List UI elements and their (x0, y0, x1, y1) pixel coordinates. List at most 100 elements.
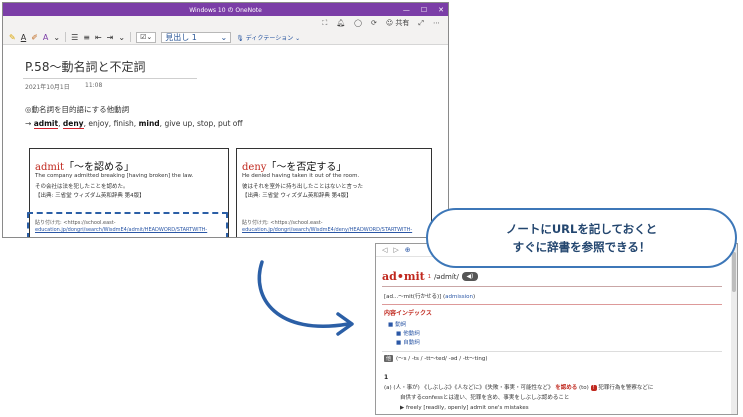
text-style-icon[interactable]: A (43, 33, 48, 42)
title-divider (23, 78, 197, 79)
pronunciation: /ədmít/ (433, 272, 459, 281)
ribbon: ✎ A ✐ A ⌄ ☰ ≡ ⇤ ⇥ ⌄ ☑ ⌄ 見出し 1 ⌄ 🎙︎ ディクテー… (3, 30, 448, 45)
minimize-button[interactable]: — (403, 6, 410, 14)
divider (382, 351, 722, 352)
content-index-title: 内容インデックス (384, 310, 432, 317)
callout-bubble: ノートにURLを記しておくと すぐに辞書を参照できる！ (426, 208, 737, 268)
person-icon: ☺ (385, 19, 394, 27)
note-heading-line[interactable]: ◎動名詞を目的語にする他動詞 (25, 104, 129, 115)
dictionary-window: ◁ ▷ ⊕ ad•mit 1 /ədmít/ ◀) [ad...〜mit(行かせる… (375, 243, 738, 415)
card-meaning: 「〜を否定する」 (266, 162, 347, 173)
microphone-icon: 🎙︎ (236, 34, 244, 42)
speaker-icon[interactable]: ◀) (461, 272, 478, 281)
immersive-reader-icon[interactable]: ⛶ (322, 19, 327, 28)
verb-admit: admit (33, 119, 59, 129)
dictation-button[interactable]: 🎙︎ ディクテーション ⌄ (236, 33, 300, 42)
highlighter-icon[interactable]: ✎ (9, 33, 16, 42)
card-source: 【出典: 三省堂 ウィズダム英和辞典 第4版】 (242, 193, 352, 199)
bell-icon[interactable]: 🔔︎ (336, 19, 345, 27)
etymology-text: [ad...〜mit(行かせる)] ( (384, 294, 446, 300)
maximize-button[interactable]: ☐ (421, 6, 427, 14)
chevron-down-icon: ⌄ (220, 32, 228, 42)
headword: ad•mit (382, 270, 425, 283)
pos-tag: 他 (384, 355, 394, 362)
share-label: 共有 (395, 19, 410, 27)
lightbulb-icon[interactable]: ◯ (354, 19, 362, 27)
card-heading: admit「〜を認める」 (35, 155, 134, 174)
indent-icon[interactable]: ⇥ (107, 33, 114, 42)
index-item-transitive[interactable]: ■ 他動詞 (396, 329, 420, 337)
title-bar: Windows 10 の OneNote — ☐ ✕ (3, 3, 448, 16)
divider (382, 286, 722, 287)
callout-line-2: すぐに辞書を参照できる！ (512, 240, 651, 254)
sense-number: (a) (384, 385, 392, 391)
callout-line-1: ノートにURLを記しておくと (505, 222, 658, 236)
card-heading: deny「〜を否定する」 (242, 155, 346, 174)
expand-icon[interactable]: ⤢ (418, 19, 424, 28)
add-icon[interactable]: ⊕ (405, 246, 411, 254)
page-title[interactable]: P.58〜動名詞と不定詞 (25, 58, 145, 75)
card-example-en: He denied having taken it out of the roo… (242, 173, 360, 179)
etymology-end: ) (473, 294, 476, 300)
ribbon-divider (65, 32, 67, 42)
dictation-label: ディクテーション (245, 34, 294, 42)
etymology-line: [ad...〜mit(行かせる)] (admission) (384, 292, 475, 300)
note-card-deny[interactable]: deny「〜を否定する」 He denied having taken it o… (236, 148, 432, 237)
ribbon-divider (130, 32, 132, 42)
style-label: 見出し 1 (165, 32, 197, 42)
index-label: 自動詞 (403, 340, 420, 346)
card-source: 【出典: 三省堂 ウィズダム英和辞典 第4版】 (35, 193, 145, 199)
bullet-icon: ■ (388, 322, 394, 328)
style-dropdown[interactable]: 見出し 1 ⌄ (161, 31, 232, 43)
bullet-icon: ■ (396, 340, 402, 346)
font-color-icon[interactable]: A (21, 33, 26, 42)
verb-list-end: , give up, stop, put off (159, 119, 243, 128)
chevron-down-icon[interactable]: ⌄ (53, 33, 60, 42)
verb-deny: deny (62, 119, 84, 129)
url-highlight-box (27, 212, 228, 237)
bullet-list-icon[interactable]: ☰ (71, 33, 78, 42)
index-item-verb[interactable]: ■ 動詞 (388, 320, 406, 328)
numbered-list-icon[interactable]: ≡ (83, 33, 90, 42)
index-item-intransitive[interactable]: ■ 自動詞 (396, 338, 420, 346)
sense-line: (a) (人・事が) 《しぶしぶ》《人などに》《失敗・事実・可能性など》 を認め… (384, 383, 653, 391)
dictionary-entry-head: ad•mit 1 /ədmít/ ◀) (382, 270, 478, 283)
sense-note: 犯罪行為を警察などに (598, 385, 654, 391)
card-ref-label: 貼り付け元: <https://school.east- (242, 220, 323, 226)
sense-text: (人・事が) 《しぶしぶ》《人などに》《失敗・事実・可能性など》 (393, 385, 554, 391)
inflection-text: (〜s / -ts / -tt〜ted/ -əd / -tt〜ting) (396, 356, 488, 362)
curved-arrow-icon (257, 260, 354, 336)
arrow-prefix: → (25, 119, 32, 128)
admission-link[interactable]: admission (445, 294, 473, 300)
example-line: ▶ freely [readily, openly] admit one's m… (400, 405, 529, 411)
sync-icon[interactable]: ⟳ (371, 19, 377, 27)
outdent-icon[interactable]: ⇤ (95, 33, 102, 42)
more-icon[interactable]: ⋯ (433, 19, 440, 27)
index-label: 動詞 (395, 322, 407, 328)
sense-marker: 1 (384, 374, 389, 381)
share-button[interactable]: ☺ 共有 (386, 18, 410, 28)
sense-meaning: を認める (555, 385, 578, 391)
card-example-en: The company admitted breaking [having br… (35, 173, 194, 179)
chevron-down-icon: ⌄ (295, 34, 301, 42)
note-badge: ! (590, 385, 597, 391)
headword-superscript: 1 (427, 273, 431, 280)
chevron-down-icon[interactable]: ⌄ (118, 33, 125, 42)
card-example-ja: 彼はそれを室外に持ち出したことはないと言った (242, 184, 364, 190)
window-controls: — ☐ ✕ (403, 3, 444, 16)
verb-mind: mind (138, 119, 160, 128)
back-icon[interactable]: ◁ (382, 246, 387, 254)
verb-list-line[interactable]: → admit, deny, enjoy, finish, mind, give… (25, 119, 243, 129)
scrollbar-thumb[interactable] (732, 252, 736, 292)
card-keyword: admit (35, 162, 65, 173)
checkbox-tag-dropdown[interactable]: ☑ ⌄ (136, 31, 157, 43)
card-ref-link[interactable]: education.jp/dongri/search/WisdmE4/deny/… (242, 227, 430, 233)
divider (382, 304, 722, 305)
card-keyword: deny (242, 162, 267, 173)
index-label: 他動詞 (403, 331, 420, 337)
note-page[interactable]: P.58〜動名詞と不定詞 2021年10月1日 11:08 ◎動名詞を目的語にす… (3, 46, 448, 237)
eraser-icon[interactable]: ✐ (31, 33, 38, 42)
quick-toolbar: ⛶ 🔔︎ ◯ ⟳ ☺ 共有 ⤢ ⋯ (3, 16, 448, 30)
close-button[interactable]: ✕ (438, 6, 444, 14)
forward-icon[interactable]: ▷ (393, 246, 398, 254)
